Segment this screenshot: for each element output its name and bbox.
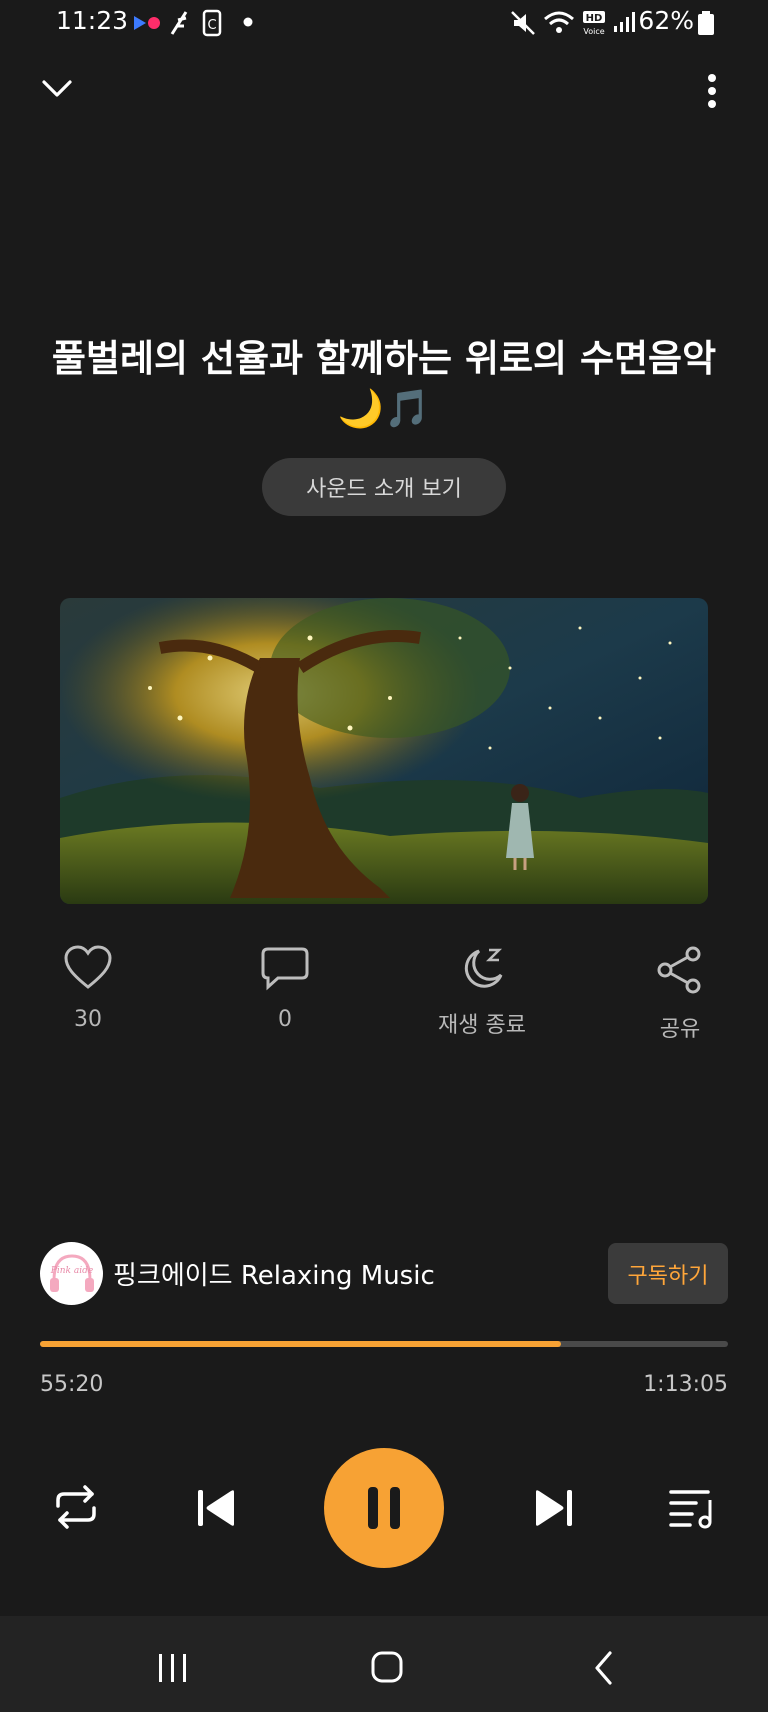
mute-icon bbox=[511, 11, 535, 35]
heart-icon bbox=[64, 945, 112, 989]
moon-sleep-icon bbox=[464, 948, 503, 988]
repeat-icon[interactable] bbox=[52, 1484, 100, 1530]
sound-intro-button[interactable]: 사운드 소개 보기 bbox=[262, 458, 506, 516]
pause-icon bbox=[368, 1487, 400, 1529]
svg-text:HD: HD bbox=[586, 13, 603, 24]
share-label: 공유 bbox=[659, 1017, 701, 1042]
like-action[interactable]: 30 bbox=[28, 945, 148, 1032]
avatar-logo-text: Pink aide bbox=[49, 1266, 92, 1276]
svg-text:C: C bbox=[207, 18, 216, 33]
comment-action[interactable]: 0 bbox=[225, 945, 345, 1032]
sleep-timer-label: 재생 종료 bbox=[438, 1013, 526, 1038]
app-notification-icon bbox=[134, 16, 160, 30]
c-icon: C bbox=[202, 9, 222, 37]
channel-name[interactable]: 핑크에이드 Relaxing Music bbox=[113, 1255, 435, 1292]
current-time: 55:20 bbox=[40, 1372, 104, 1397]
artwork-image bbox=[60, 598, 708, 904]
share-icon bbox=[657, 946, 701, 994]
like-count: 30 bbox=[74, 1007, 102, 1032]
svg-text:Voice: Voice bbox=[583, 27, 604, 36]
progress-fill bbox=[40, 1341, 561, 1347]
signal-icon bbox=[614, 12, 635, 32]
previous-icon[interactable] bbox=[196, 1488, 238, 1528]
progress-bar[interactable] bbox=[40, 1341, 728, 1347]
more-vertical-icon[interactable] bbox=[698, 72, 726, 112]
status-time: 11:23 bbox=[56, 6, 129, 35]
comment-count: 0 bbox=[278, 1007, 292, 1032]
status-bar: 11:23 C HD Voice 62% bbox=[0, 0, 768, 46]
battery-icon bbox=[698, 11, 714, 35]
playlist-icon[interactable] bbox=[668, 1488, 716, 1530]
home-icon[interactable] bbox=[370, 1650, 404, 1684]
pause-button[interactable] bbox=[324, 1448, 444, 1568]
next-icon[interactable] bbox=[532, 1488, 574, 1528]
track-title: 풀벌레의 선율과 함께하는 위로의 수면음악 🌙🎵 bbox=[51, 337, 717, 430]
chevron-down-icon[interactable] bbox=[40, 76, 74, 102]
sleep-timer-action[interactable]: 재생 종료 bbox=[422, 945, 542, 1039]
subscribe-button[interactable]: 구독하기 bbox=[608, 1243, 728, 1304]
comment-icon bbox=[261, 947, 309, 991]
system-nav-bar bbox=[0, 1616, 768, 1712]
battery-percent: 62% bbox=[638, 6, 694, 35]
hd-voice-icon: HD Voice bbox=[583, 11, 605, 36]
track-artwork bbox=[60, 598, 708, 904]
recent-apps-icon[interactable] bbox=[156, 1652, 190, 1684]
wifi-icon bbox=[544, 11, 574, 33]
channel-avatar[interactable]: Pink aide bbox=[40, 1242, 103, 1305]
feather-icon bbox=[170, 11, 188, 35]
total-time: 1:13:05 bbox=[643, 1372, 728, 1397]
share-action[interactable]: 공유 bbox=[620, 945, 740, 1043]
back-icon[interactable] bbox=[592, 1650, 616, 1686]
headphones-logo-icon: Pink aide bbox=[49, 1253, 94, 1292]
dot-icon bbox=[243, 17, 253, 27]
